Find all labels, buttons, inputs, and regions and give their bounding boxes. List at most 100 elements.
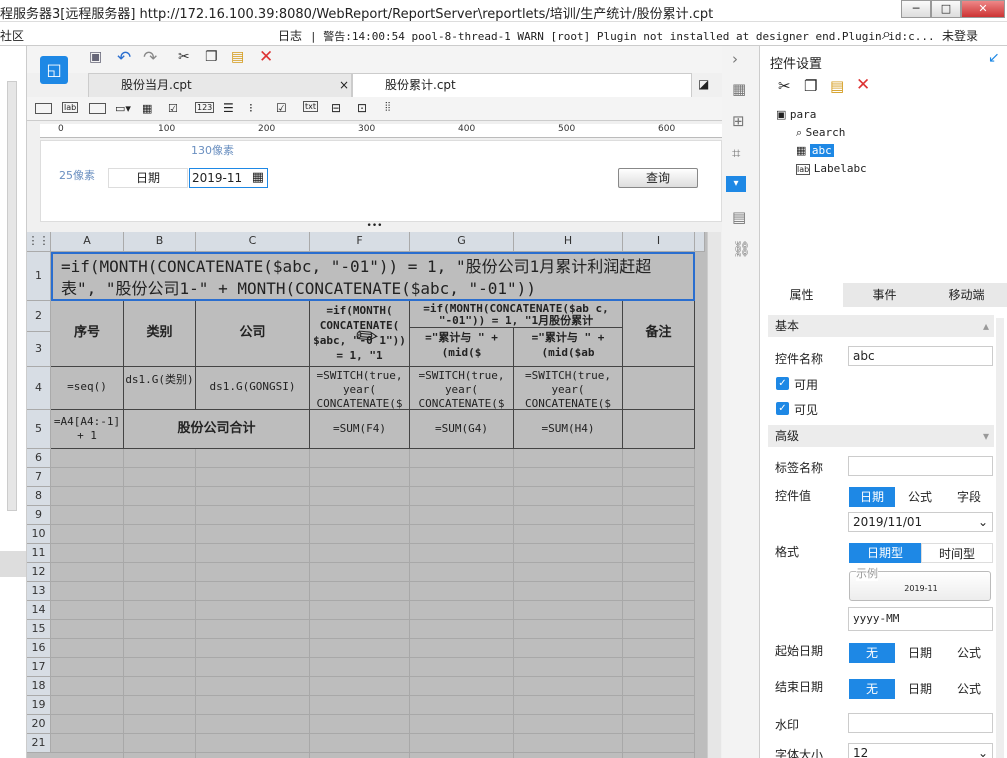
row-header[interactable]: 11: [27, 544, 51, 563]
cut-icon[interactable]: ✂: [778, 77, 791, 95]
header-formula-g[interactable]: ="累计与 " + (mid($: [410, 328, 514, 367]
tab-gufen-monthly[interactable]: 股份当月.cpt ×: [88, 73, 352, 97]
sum-h-cell[interactable]: =SUM(H4): [514, 410, 623, 449]
tree-node-search[interactable]: ⌕ Search: [796, 126, 845, 140]
close-tab-icon[interactable]: ×: [339, 74, 349, 96]
button-widget-icon[interactable]: [89, 103, 106, 114]
corner-cell[interactable]: ⋮⋮: [27, 232, 51, 252]
chevron-down-icon[interactable]: ⌄: [978, 513, 988, 531]
tab-mobile[interactable]: 移动端: [926, 283, 1007, 307]
end-date[interactable]: 日期: [895, 679, 945, 699]
row-header[interactable]: 7: [27, 468, 51, 487]
collapse-icon[interactable]: ▾: [983, 425, 989, 447]
checkbox-widget-icon[interactable]: ☑: [168, 102, 178, 115]
start-formula[interactable]: 公式: [945, 643, 993, 663]
search-icon[interactable]: ⌕: [882, 24, 891, 44]
collapse-icon[interactable]: ›: [732, 50, 738, 68]
login-link[interactable]: 未登录: [942, 27, 978, 44]
visible-checkbox[interactable]: ✓: [776, 402, 789, 415]
date-label-widget[interactable]: 日期: [108, 168, 188, 188]
seq-increment-cell[interactable]: =A4[A4:-1] + 1: [51, 410, 124, 449]
row-header[interactable]: 14: [27, 601, 51, 620]
column-header[interactable]: H: [514, 232, 623, 252]
minimize-button[interactable]: ─: [901, 0, 931, 18]
textbox-widget-icon[interactable]: [35, 103, 52, 114]
component-icon[interactable]: ⊞: [732, 112, 745, 130]
list-widget-icon[interactable]: ⦙⦙: [385, 100, 390, 115]
frame-icon[interactable]: ⌗: [732, 144, 740, 162]
row-header[interactable]: 20: [27, 715, 51, 734]
sidebar-handle[interactable]: [0, 551, 26, 577]
password-widget-icon[interactable]: ⊡: [357, 101, 367, 115]
link-icon[interactable]: ⛓: [732, 240, 751, 258]
format-time[interactable]: 时间型: [921, 543, 993, 563]
checkbox-group-icon[interactable]: ☑: [276, 101, 287, 115]
grid-vertical-scrollbar[interactable]: [707, 232, 721, 758]
value-type-date[interactable]: 日期: [849, 487, 895, 507]
note-cell[interactable]: [623, 410, 695, 449]
stack-icon[interactable]: ▤: [732, 208, 746, 226]
tag-name-input[interactable]: [848, 456, 993, 476]
tree-widget-icon[interactable]: ⊟: [331, 101, 341, 115]
value-date-select[interactable]: 2019/11/01 ⌄: [848, 512, 993, 532]
radio-group-icon[interactable]: ⁝: [249, 101, 253, 115]
sum-g-cell[interactable]: =SUM(G4): [410, 410, 514, 449]
column-header[interactable]: C: [196, 232, 310, 252]
header-formula-gh[interactable]: =if(MONTH(CONCATENATE($ab c, "-01")) = 1…: [410, 301, 623, 328]
row-header[interactable]: 10: [27, 525, 51, 544]
row-header[interactable]: 4: [27, 367, 51, 410]
row-header[interactable]: 12: [27, 563, 51, 582]
sum-f-cell[interactable]: =SUM(F4): [310, 410, 410, 449]
title-formula-cell[interactable]: =if(MONTH(CONCATENATE($abc, "-01")) = 1,…: [51, 252, 695, 301]
splitter-handle[interactable]: •••: [27, 222, 722, 232]
undo-icon[interactable]: ↶: [117, 48, 131, 68]
paste-icon[interactable]: ▤: [231, 49, 244, 65]
widget-settings-icon[interactable]: ▾: [726, 176, 746, 192]
switch-formula-g[interactable]: =SWITCH(true, year( CONCATENATE($: [410, 367, 514, 410]
tree-node-labelabc[interactable]: lab Labelabc: [796, 162, 867, 175]
end-none[interactable]: 无: [849, 679, 895, 699]
tab-gufen-cumulative[interactable]: 股份累计.cpt: [352, 73, 692, 97]
column-header[interactable]: F: [310, 232, 410, 252]
row-header[interactable]: 15: [27, 620, 51, 639]
delete-icon[interactable]: ✕: [259, 47, 273, 67]
row-header[interactable]: 8: [27, 487, 51, 506]
row-header[interactable]: 9: [27, 506, 51, 525]
value-type-formula[interactable]: 公式: [895, 487, 945, 507]
start-none[interactable]: 无: [849, 643, 895, 663]
chevron-down-icon[interactable]: ⌄: [978, 744, 988, 758]
start-date[interactable]: 日期: [895, 643, 945, 663]
row-header[interactable]: 13: [27, 582, 51, 601]
form-design-icon[interactable]: ◱: [40, 56, 68, 84]
tree-node-abc[interactable]: ▦ abc: [796, 144, 834, 157]
switch-formula-h[interactable]: =SWITCH(true, year( CONCATENATE($: [514, 367, 623, 410]
delete-icon[interactable]: ✕: [856, 76, 870, 94]
report-grid[interactable]: ⋮⋮ A B C F G H I 1 2 3 4 5 =if(MONTH(CON…: [27, 232, 721, 758]
date-widget-icon[interactable]: ▦: [142, 102, 152, 115]
parameter-panel[interactable]: 130像素 25像素 日期 2019-11 ▦ 查询: [40, 140, 722, 222]
textarea-widget-icon[interactable]: ☰: [223, 101, 234, 115]
combobox-widget-icon[interactable]: ▭▾: [115, 102, 131, 115]
watermark-input[interactable]: [848, 713, 993, 733]
tree-node-para[interactable]: ▣ para: [776, 108, 816, 121]
save-icon[interactable]: ▣: [89, 49, 102, 65]
column-header[interactable]: I: [623, 232, 695, 252]
row-header[interactable]: 5: [27, 410, 51, 449]
column-header[interactable]: A: [51, 232, 124, 252]
label-widget-icon[interactable]: lab: [62, 102, 79, 113]
row-header[interactable]: 2: [27, 301, 51, 332]
company-group-cell[interactable]: ds1.G(GONGSI): [196, 367, 310, 410]
panel-scrollbar[interactable]: [996, 318, 1004, 758]
note-cell[interactable]: [623, 367, 695, 410]
font-size-select[interactable]: 12 ⌄: [848, 743, 993, 758]
total-label-cell[interactable]: 股份公司合计: [124, 410, 310, 449]
header-formula-h[interactable]: ="累计与 " + (mid($ab: [514, 328, 623, 367]
header-seq[interactable]: 序号: [51, 301, 124, 367]
row-header[interactable]: 19: [27, 696, 51, 715]
row-header[interactable]: 6: [27, 449, 51, 468]
type-group-cell[interactable]: ds1.G(类别): [124, 367, 196, 410]
date-input-widget[interactable]: 2019-11 ▦: [189, 168, 268, 188]
enabled-checkbox[interactable]: ✓: [776, 377, 789, 390]
row-header[interactable]: 1: [27, 252, 51, 301]
switch-formula-f[interactable]: =SWITCH(true, year( CONCATENATE($: [310, 367, 410, 410]
